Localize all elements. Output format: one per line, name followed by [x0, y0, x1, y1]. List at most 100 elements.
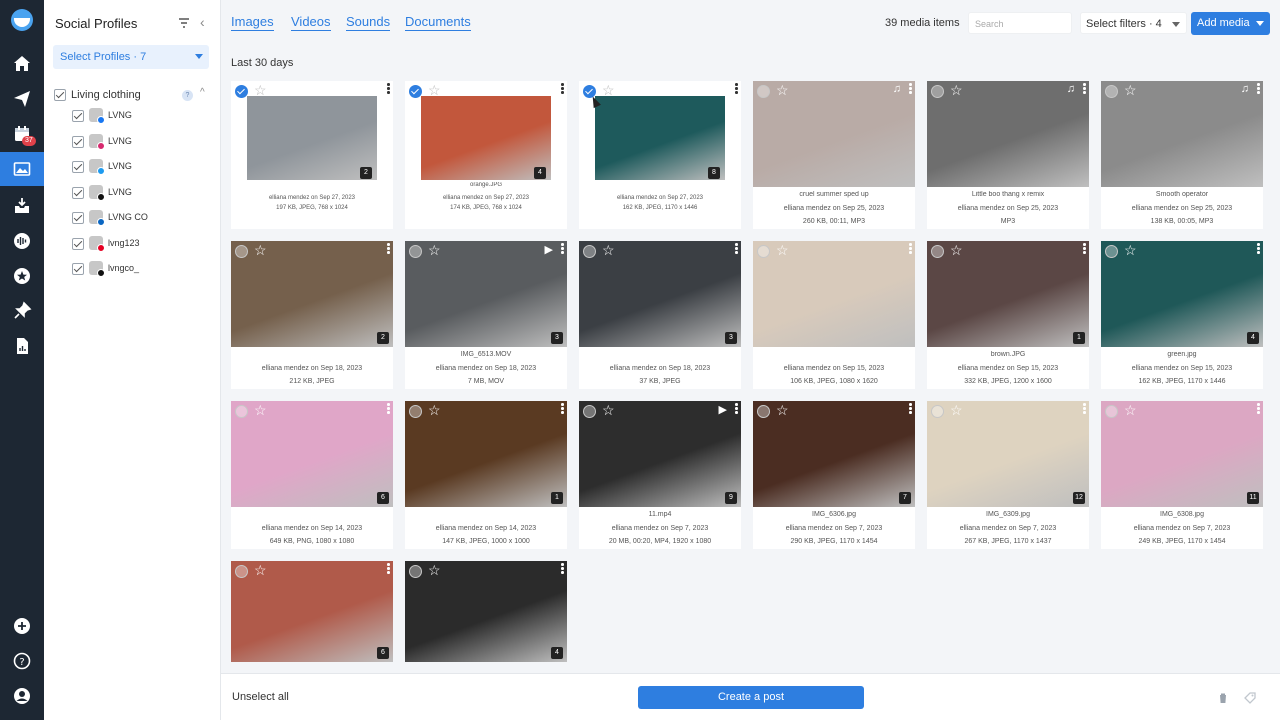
select-checkbox[interactable] [757, 85, 770, 98]
profile-checkbox[interactable] [72, 161, 84, 173]
star-icon[interactable]: ☆ [254, 402, 267, 418]
star-icon[interactable]: ☆ [602, 402, 615, 418]
select-checkbox[interactable] [583, 245, 596, 258]
select-checkbox[interactable] [583, 405, 596, 418]
chevron-up-icon[interactable]: ^ [200, 87, 205, 98]
select-checkbox[interactable] [235, 245, 248, 258]
media-card[interactable]: ☆ 3 elliana mendez on Sep 18, 2023 37 KB, J… [579, 241, 741, 389]
more-options-icon[interactable] [560, 563, 564, 575]
help-icon[interactable]: ? [0, 644, 44, 678]
star-icon[interactable]: ☆ [602, 82, 615, 98]
tab-sounds[interactable]: Sounds [346, 14, 391, 31]
select-checkbox[interactable] [235, 405, 248, 418]
select-checkbox[interactable] [235, 85, 248, 98]
more-options-icon[interactable] [908, 83, 912, 95]
media-thumbnail[interactable]: ☆ 4 [405, 561, 567, 662]
reports-icon[interactable] [0, 329, 44, 363]
reviews-icon[interactable] [0, 259, 44, 293]
media-card[interactable]: ☆ 12 IMG_6309.jpg elliana mendez on Sep 7, … [927, 401, 1089, 549]
collapse-panel-icon[interactable]: ‹ [200, 14, 205, 30]
star-icon[interactable]: ☆ [1124, 402, 1137, 418]
media-thumbnail[interactable]: ☆ 11 [1101, 401, 1263, 507]
media-thumbnail[interactable]: ☆ 6 [231, 401, 393, 507]
select-checkbox[interactable] [1105, 85, 1118, 98]
trash-icon[interactable] [1218, 691, 1228, 709]
select-checkbox[interactable] [409, 245, 422, 258]
media-thumbnail[interactable]: ☆ ▶ 3 [405, 241, 567, 347]
select-checkbox[interactable] [1105, 405, 1118, 418]
more-options-icon[interactable] [386, 563, 390, 575]
media-card[interactable]: ☆ ▶ 9 11.mp4 elliana mendez on Sep 7, 2023 20… [579, 401, 741, 549]
media-thumbnail[interactable]: ☆ 2 [231, 241, 393, 347]
media-thumbnail[interactable]: ☆ 3 [579, 241, 741, 347]
group-checkbox[interactable] [54, 89, 66, 101]
app-logo[interactable] [11, 9, 33, 31]
more-options-icon[interactable] [560, 83, 564, 95]
media-thumbnail[interactable]: ☆ 12 [927, 401, 1089, 507]
listening-icon[interactable] [0, 224, 44, 258]
select-checkbox[interactable] [931, 245, 944, 258]
profile-item[interactable]: LVNG [72, 108, 212, 124]
star-icon[interactable]: ☆ [1124, 82, 1137, 98]
select-filters-dropdown[interactable]: Select filters · 4 [1080, 12, 1187, 34]
star-icon[interactable]: ☆ [428, 402, 441, 418]
media-thumbnail[interactable]: ☆ ♫ [927, 81, 1089, 187]
media-thumbnail[interactable]: ☆ 1 [405, 401, 567, 507]
create-post-button[interactable]: Create a post [638, 686, 864, 709]
more-options-icon[interactable] [1082, 243, 1086, 255]
select-checkbox[interactable] [1105, 245, 1118, 258]
more-options-icon[interactable] [1256, 243, 1260, 255]
select-checkbox[interactable] [409, 405, 422, 418]
tab-videos[interactable]: Videos [291, 14, 331, 31]
more-options-icon[interactable] [1082, 83, 1086, 95]
media-card[interactable]: ☆ 6 [231, 561, 393, 662]
profile-checkbox[interactable] [72, 237, 84, 250]
more-options-icon[interactable] [908, 403, 912, 415]
media-thumbnail[interactable]: ☆ ▶ 9 [579, 401, 741, 507]
inbox-icon[interactable] [0, 189, 44, 223]
media-thumbnail[interactable]: ☆ 4 [1101, 241, 1263, 347]
more-options-icon[interactable] [734, 243, 738, 255]
media-thumbnail[interactable]: ☆ 4 [405, 81, 567, 187]
media-card[interactable]: ☆ 2 elliana mendez on Sep 18, 2023 212 KB, … [231, 241, 393, 389]
star-icon[interactable]: ☆ [950, 402, 963, 418]
tag-icon[interactable] [1244, 691, 1256, 709]
star-icon[interactable]: ☆ [776, 242, 789, 258]
media-library-icon[interactable] [0, 152, 44, 186]
profile-checkbox[interactable] [72, 212, 84, 224]
more-options-icon[interactable] [734, 403, 738, 415]
more-options-icon[interactable] [386, 83, 390, 95]
add-media-button[interactable]: Add media [1191, 12, 1270, 35]
media-thumbnail[interactable]: ☆ 1 [927, 241, 1089, 347]
media-card[interactable]: ☆ 4 [405, 561, 567, 662]
profile-item[interactable]: lvngco_ [72, 261, 212, 277]
add-icon[interactable] [0, 609, 44, 643]
profile-item[interactable]: LVNG [72, 133, 212, 150]
star-icon[interactable]: ☆ [950, 82, 963, 98]
star-icon[interactable]: ☆ [950, 242, 963, 258]
more-options-icon[interactable] [386, 243, 390, 255]
select-checkbox[interactable] [409, 565, 422, 578]
star-icon[interactable]: ☆ [428, 242, 441, 258]
profile-item[interactable]: lvng123 [72, 235, 212, 252]
profile-item[interactable]: LVNG [72, 184, 212, 201]
media-card[interactable]: ☆ 4 green.jpg elliana mendez on Sep 15, 202… [1101, 241, 1263, 389]
media-thumbnail[interactable]: ☆ 2 [231, 81, 393, 187]
star-icon[interactable]: ☆ [254, 562, 267, 578]
star-icon[interactable]: ☆ [428, 82, 441, 98]
star-icon[interactable]: ☆ [776, 82, 789, 98]
filter-icon[interactable] [178, 16, 190, 34]
more-options-icon[interactable] [1082, 403, 1086, 415]
tab-documents[interactable]: Documents [405, 14, 471, 31]
more-options-icon[interactable] [386, 403, 390, 415]
profile-checkbox[interactable] [72, 135, 84, 148]
pin-icon[interactable] [0, 294, 44, 328]
star-icon[interactable]: ☆ [776, 402, 789, 418]
home-icon[interactable] [0, 47, 44, 81]
profile-checkbox[interactable] [72, 110, 84, 122]
media-card[interactable]: ☆ 2 elliana mendez on Sep 27, 2023 197 KB, … [231, 81, 393, 229]
media-thumbnail[interactable]: ☆ [753, 241, 915, 347]
media-card[interactable]: ☆ 11 IMG_6308.jpg elliana mendez on Sep 7, … [1101, 401, 1263, 549]
star-icon[interactable]: ☆ [254, 242, 267, 258]
media-card[interactable]: ☆ 1 elliana mendez on Sep 14, 2023 147 KB, … [405, 401, 567, 549]
